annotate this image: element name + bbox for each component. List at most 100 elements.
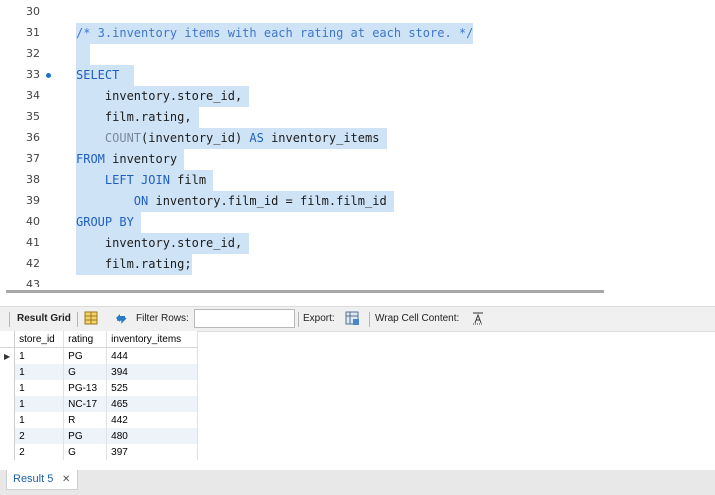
wrap-text-icon[interactable] [470,310,486,326]
wrap-cell-content-label: Wrap Cell Content: [375,313,460,324]
refresh-icon[interactable] [113,310,129,326]
code-text: film.rating, [76,107,199,128]
code-text: film.rating; [76,254,192,275]
cell-inventory-items[interactable]: 525 [106,380,199,396]
close-tab-icon[interactable]: ✕ [62,474,70,485]
table-row[interactable]: 1 PG-13 525 [0,380,199,396]
result-tab-bar: Result 5 ✕ [0,470,715,495]
cell-inventory-items[interactable]: 444 [106,347,199,364]
table-row[interactable]: 2 PG 480 [0,428,199,444]
cell-rating[interactable]: NC-17 [63,396,108,412]
cell-rating[interactable]: G [63,364,108,380]
line-number: 33 [26,68,40,81]
code-line-partial: 43 [0,275,715,287]
filter-rows-input[interactable] [194,309,295,328]
line-number: 39 [26,194,40,207]
table-row[interactable]: 1 G 394 [0,364,199,380]
code-line[interactable]: 33 SELECT [0,65,715,86]
line-number: 41 [26,236,40,249]
current-row-indicator-icon[interactable]: ▶ [0,347,16,364]
horizontal-scrollbar[interactable] [6,290,604,293]
code-line[interactable]: 39 ON inventory.film_id = film.film_id [0,191,715,212]
result-tab[interactable]: Result 5 ✕ [6,470,78,490]
cell-inventory-items[interactable]: 394 [106,364,199,380]
line-number: 42 [26,257,40,270]
column-header-store-id[interactable]: store_id [14,331,65,348]
line-number: 36 [26,131,40,144]
row-header[interactable] [0,396,16,412]
row-header[interactable] [0,364,16,380]
table-row[interactable]: 1 R 442 [0,412,199,428]
cell-store-id[interactable]: 1 [14,364,65,380]
toolbar-separator [9,312,10,327]
code-line[interactable]: 30 [0,2,715,23]
row-header[interactable] [0,380,16,396]
code-line[interactable]: 41 inventory.store_id, [0,233,715,254]
toolbar-separator [77,312,78,327]
code-text: SELECT [76,65,134,86]
column-header-rating[interactable]: rating [63,331,108,348]
toolbar-separator [369,312,370,327]
code-text: inventory.store_id, [76,86,250,107]
grid-layout-icon[interactable] [83,310,99,326]
row-header[interactable] [0,428,16,444]
code-line[interactable]: 37 FROM inventory [0,149,715,170]
cell-store-id[interactable]: 1 [14,380,65,396]
code-text: GROUP BY [76,212,142,233]
cell-rating[interactable]: PG-13 [63,380,108,396]
result-tab-label: Result 5 [13,473,54,485]
code-text: inventory.store_id, [76,233,250,254]
code-line[interactable]: 40 GROUP BY [0,212,715,233]
sql-editor[interactable]: 30 31 /* 3.inventory items with each ratin… [0,0,715,287]
code-line[interactable]: 36 COUNT(inventory_id) AS inventory_item… [0,128,715,149]
cell-rating[interactable]: R [63,412,108,428]
code-text: LEFT JOIN film [76,170,214,191]
results-toolbar: Result Grid Filter Rows: Export: Wrap Ce… [0,306,715,332]
cell-rating[interactable]: G [63,444,108,460]
cell-rating[interactable]: PG [63,428,108,444]
table-row[interactable]: ▶ 1 PG 444 [0,347,199,364]
result-grid[interactable]: store_id rating inventory_items ▶ 1 PG 444 1… [0,331,199,460]
cell-rating[interactable]: PG [63,347,108,364]
result-grid-tab[interactable]: Result Grid [17,313,71,324]
cell-inventory-items[interactable]: 480 [106,428,199,444]
line-number: 43 [26,278,40,287]
line-number: 32 [26,47,40,60]
code-line[interactable]: 34 inventory.store_id, [0,86,715,107]
row-header[interactable] [0,444,16,460]
cell-store-id[interactable]: 1 [14,347,65,364]
filter-rows-label: Filter Rows: [136,313,189,324]
code-text: /* 3.inventory items with each rating at… [76,23,474,44]
grid-header-row: store_id rating inventory_items [0,331,199,348]
line-number: 40 [26,215,40,228]
code-line[interactable]: 38 LEFT JOIN film [0,170,715,191]
line-number: 35 [26,110,40,123]
row-header-corner [0,331,16,348]
cell-store-id[interactable]: 1 [14,412,65,428]
export-label: Export: [303,313,335,324]
column-header-inventory-items[interactable]: inventory_items [106,331,199,348]
cell-inventory-items[interactable]: 442 [106,412,199,428]
toolbar-separator [298,312,299,327]
code-text: COUNT(inventory_id) AS inventory_items [76,128,387,149]
code-text [76,44,91,65]
statement-marker-icon [46,73,51,78]
table-row[interactable]: 2 G 397 [0,444,199,460]
code-text: ON inventory.film_id = film.film_id [76,191,394,212]
code-line[interactable]: 35 film.rating, [0,107,715,128]
code-line[interactable]: 42 film.rating; [0,254,715,275]
code-line[interactable]: 31 /* 3.inventory items with each rating … [0,23,715,44]
line-number: 38 [26,173,40,186]
cell-store-id[interactable]: 2 [14,444,65,460]
row-header[interactable] [0,412,16,428]
cell-store-id[interactable]: 1 [14,396,65,412]
table-row[interactable]: 1 NC-17 465 [0,396,199,412]
code-line[interactable]: 32 [0,44,715,65]
export-icon[interactable] [344,310,360,326]
line-number: 37 [26,152,40,165]
cell-inventory-items[interactable]: 465 [106,396,199,412]
code-text: FROM inventory [76,149,185,170]
line-number: 34 [26,89,40,102]
cell-store-id[interactable]: 2 [14,428,65,444]
cell-inventory-items[interactable]: 397 [106,444,199,460]
